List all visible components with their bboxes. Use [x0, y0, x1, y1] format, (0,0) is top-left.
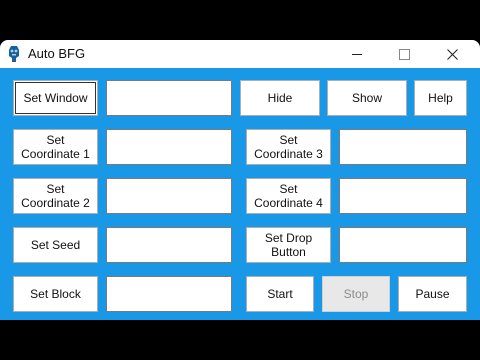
set-coordinate-2-button[interactable]: Set Coordinate 2: [13, 178, 98, 214]
minimize-button[interactable]: [334, 40, 380, 68]
close-button[interactable]: [429, 40, 475, 68]
coordinate-1-field[interactable]: [106, 129, 232, 165]
drop-button-field[interactable]: [339, 227, 467, 263]
coordinate-3-field[interactable]: [339, 129, 467, 165]
client-area: Set Window Hide Show Help Set Coordinate…: [0, 68, 480, 320]
set-coordinate-1-button[interactable]: Set Coordinate 1: [13, 129, 98, 165]
window-title: Auto BFG: [28, 46, 86, 61]
minimize-icon: [351, 53, 362, 55]
set-drop-button-button[interactable]: Set Drop Button: [246, 227, 331, 263]
show-button[interactable]: Show: [327, 80, 407, 116]
window-field[interactable]: [106, 80, 232, 116]
help-button[interactable]: Help: [414, 80, 467, 116]
maximize-button[interactable]: [381, 40, 427, 68]
app-window: Auto BFG Set Window Hide Show Help Set C…: [0, 40, 480, 320]
close-icon: [446, 48, 458, 60]
maximize-icon: [398, 48, 410, 60]
seed-field[interactable]: [106, 227, 232, 263]
set-seed-button[interactable]: Set Seed: [13, 227, 98, 263]
hide-button[interactable]: Hide: [240, 80, 320, 116]
title-bar[interactable]: Auto BFG: [0, 40, 480, 68]
coordinate-4-field[interactable]: [339, 178, 467, 214]
set-coordinate-3-button[interactable]: Set Coordinate 3: [246, 129, 331, 165]
robot-icon: [9, 46, 19, 62]
set-coordinate-4-button[interactable]: Set Coordinate 4: [246, 178, 331, 214]
set-window-button[interactable]: Set Window: [13, 80, 98, 116]
set-block-button[interactable]: Set Block: [13, 276, 98, 312]
start-button[interactable]: Start: [246, 276, 314, 312]
block-field[interactable]: [106, 276, 232, 312]
stop-button[interactable]: Stop: [322, 276, 390, 312]
pause-button[interactable]: Pause: [398, 276, 467, 312]
coordinate-2-field[interactable]: [106, 178, 232, 214]
